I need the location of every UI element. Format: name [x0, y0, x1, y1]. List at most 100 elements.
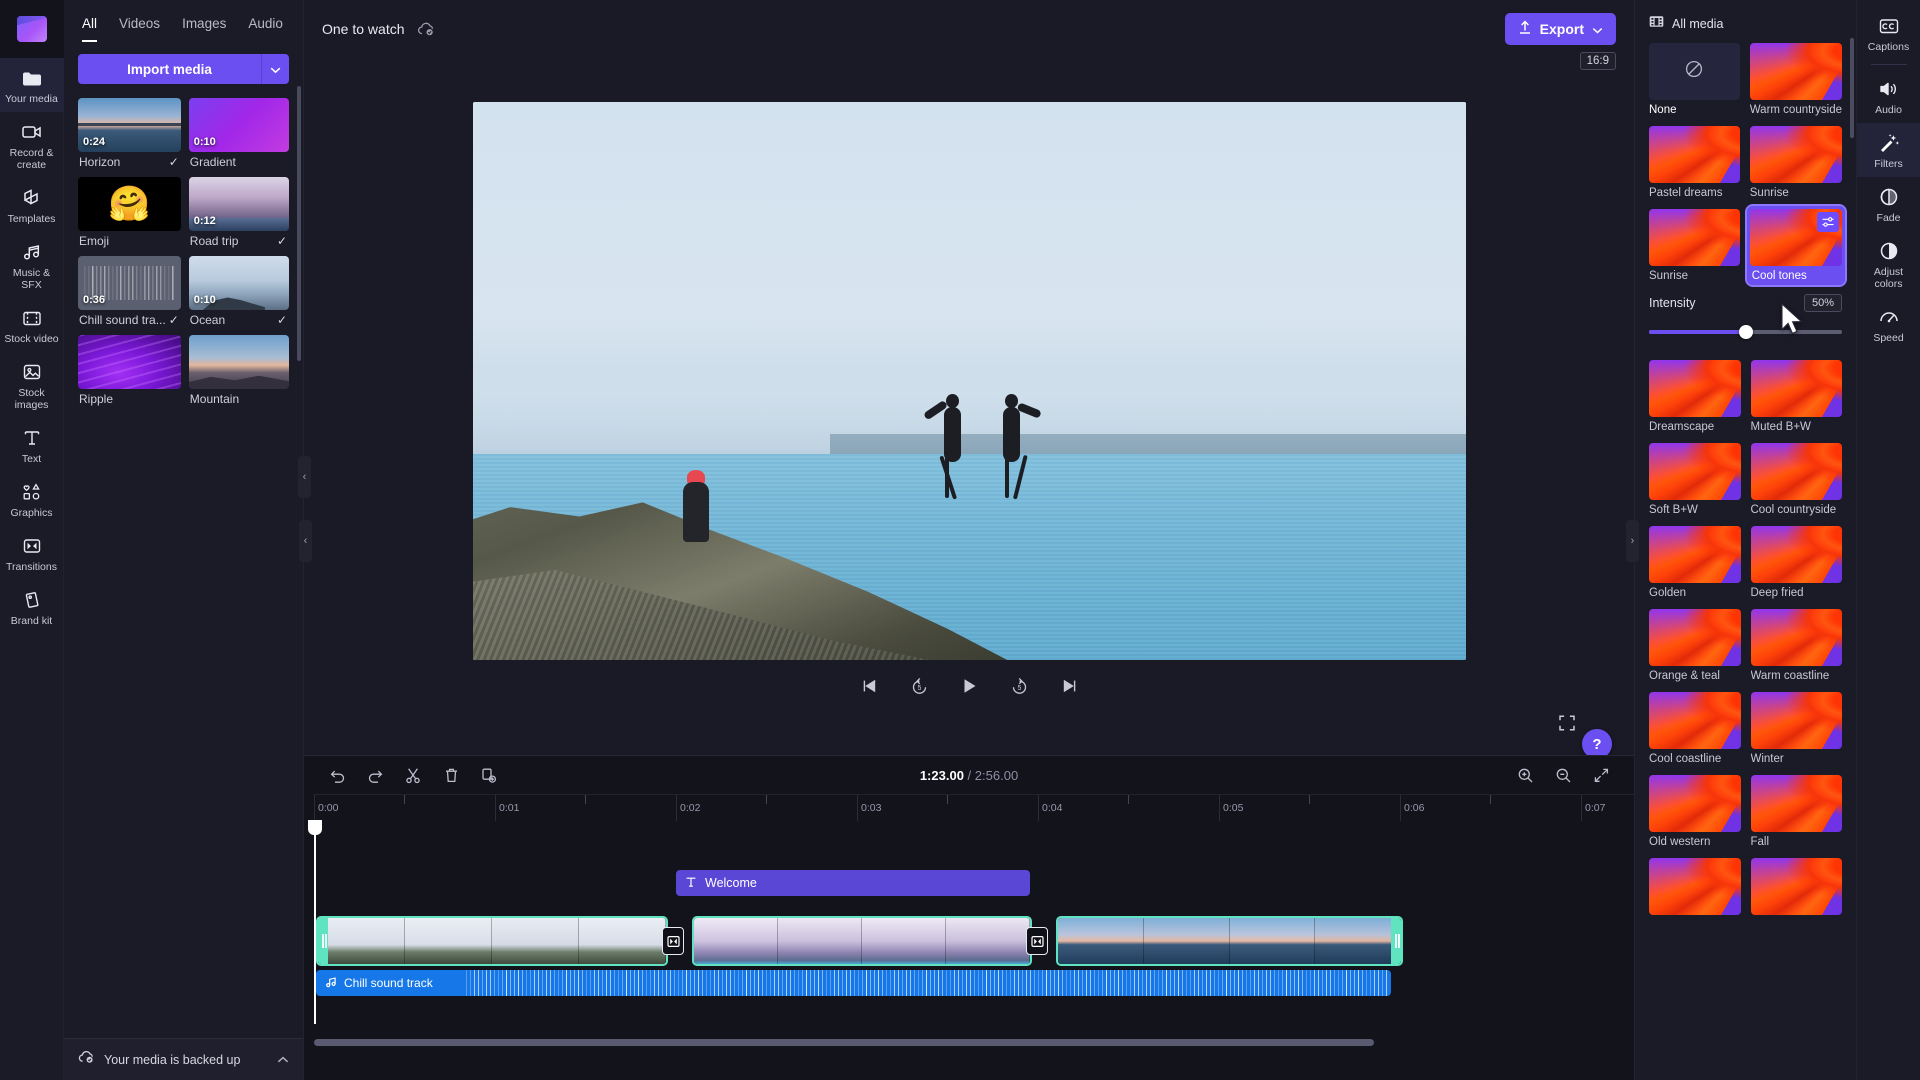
media-card-horizon[interactable]: 0:24 Horizon ✓ — [78, 98, 181, 169]
tab-fade[interactable]: Fade — [1857, 177, 1920, 231]
filter-item-cool-countryside[interactable]: Cool countryside — [1750, 443, 1842, 516]
filter-item-winter[interactable]: Winter — [1750, 692, 1842, 765]
timeline-video-clip-ocean[interactable] — [692, 916, 1032, 966]
media-card-mountain[interactable]: Mountain — [188, 335, 289, 406]
tab-all[interactable]: All — [82, 16, 98, 42]
filter-item-orange-teal[interactable]: Orange & teal — [1649, 609, 1741, 682]
aspect-ratio-badge[interactable]: 16:9 — [1579, 52, 1616, 70]
backup-status-bar[interactable]: Your media is backed up — [64, 1038, 303, 1080]
panel-collapse-right[interactable]: › — [1626, 520, 1639, 562]
sidebar-item-music-sfx[interactable]: Music & SFX — [0, 232, 64, 298]
tab-audio[interactable]: Audio — [1857, 69, 1920, 123]
sidebar-item-stock-video[interactable]: Stock video — [0, 298, 64, 352]
collapse-left-panel-button[interactable]: ‹ — [298, 456, 311, 498]
filter-item-extra-2[interactable] — [1750, 858, 1842, 915]
filter-item-old-western[interactable]: Old western — [1649, 775, 1741, 848]
filter-item-deep-fried[interactable]: Deep fried — [1750, 526, 1842, 599]
media-panel-scrollbar[interactable] — [297, 86, 301, 361]
timeline-text-clip[interactable]: Welcome — [676, 870, 1030, 896]
import-media-button[interactable]: Import media — [78, 54, 261, 84]
cloud-check-icon — [417, 22, 436, 37]
filters-panel-scrollbar[interactable] — [1850, 38, 1854, 138]
ruler-label: 0:06 — [1404, 802, 1425, 814]
filter-thumbnail — [1649, 209, 1740, 266]
sidebar-item-stock-images[interactable]: Stock images — [0, 352, 64, 418]
sidebar-item-brand-kit[interactable]: Brand kit — [0, 580, 64, 634]
sidebar-item-graphics[interactable]: Graphics — [0, 472, 64, 526]
media-card-chill-sound-track[interactable]: 0:36 Chill sound tra... ✓ — [78, 256, 181, 327]
tab-images[interactable]: Images — [182, 16, 226, 42]
sidebar-item-record-create[interactable]: Record & create — [0, 112, 64, 178]
scissors-icon[interactable] — [402, 764, 424, 786]
intensity-value[interactable]: 50% — [1803, 294, 1842, 312]
page-title[interactable]: One to watch — [322, 21, 405, 37]
forward-5-icon[interactable]: 5 — [1007, 674, 1031, 698]
skip-end-icon[interactable] — [1057, 674, 1081, 698]
filter-item-sunrise-2[interactable]: Sunrise — [1649, 209, 1740, 282]
import-media-caret-button[interactable] — [261, 54, 289, 84]
trash-icon[interactable] — [440, 764, 462, 786]
slider-knob[interactable] — [1738, 325, 1753, 339]
filter-name: Golden — [1649, 587, 1687, 599]
sidebar-item-templates[interactable]: Templates — [0, 178, 64, 232]
tab-captions[interactable]: Captions — [1857, 6, 1920, 60]
media-card-road-trip[interactable]: 0:12 Road trip ✓ — [188, 177, 289, 248]
playhead-grip[interactable] — [308, 820, 322, 835]
clip-trim-handle-left[interactable] — [318, 918, 328, 964]
panel-collapse-left[interactable]: ‹ — [299, 520, 312, 562]
filter-item-none[interactable]: None — [1649, 43, 1740, 116]
filter-item-warm-coastline[interactable]: Warm coastline — [1750, 609, 1842, 682]
filter-item-pastel-dreams[interactable]: Pastel dreams — [1649, 126, 1740, 199]
sidebar-item-text[interactable]: Text — [0, 418, 64, 472]
timeline-horizontal-scrollbar[interactable] — [314, 1039, 1374, 1046]
filter-item-golden[interactable]: Golden — [1649, 526, 1741, 599]
media-card-ripple[interactable]: Ripple — [78, 335, 181, 406]
skip-start-icon[interactable] — [857, 674, 881, 698]
filter-item-dreamscape[interactable]: Dreamscape — [1649, 360, 1741, 433]
redo-icon[interactable] — [364, 764, 386, 786]
play-icon[interactable] — [957, 674, 981, 698]
fit-to-screen-icon[interactable] — [1590, 764, 1612, 786]
fullscreen-icon[interactable] — [1558, 714, 1576, 737]
sidebar-label: Music & SFX — [12, 267, 51, 291]
export-button[interactable]: Export — [1504, 13, 1616, 45]
filter-name: Pastel dreams — [1649, 187, 1723, 199]
filter-item-cool-tones[interactable]: Cool tones — [1744, 204, 1848, 287]
timeline-video-clip-horizon[interactable] — [1056, 916, 1403, 966]
timeline-transition-2[interactable] — [1026, 927, 1048, 955]
clip-trim-handle-right[interactable] — [1391, 918, 1401, 964]
timeline-ruler[interactable]: 0:00 0:01 0:02 0:03 0:04 0:05 0:06 0:07 — [314, 794, 1634, 821]
zoom-in-icon[interactable] — [1514, 764, 1536, 786]
rewind-5-icon[interactable]: 5 — [907, 674, 931, 698]
timeline-transition-1[interactable] — [662, 927, 684, 955]
sidebar-item-transitions[interactable]: Transitions — [0, 526, 64, 580]
filter-settings-icon[interactable] — [1817, 212, 1839, 232]
undo-icon[interactable] — [326, 764, 348, 786]
video-preview[interactable] — [472, 102, 1466, 660]
timeline-audio-clip[interactable]: Chill sound track — [316, 970, 1391, 996]
tab-filters[interactable]: Filters — [1856, 123, 1920, 177]
duplicate-icon[interactable] — [478, 764, 500, 786]
media-card-ocean[interactable]: 0:10 Ocean ✓ — [188, 256, 289, 327]
media-card-gradient[interactable]: 0:10 Gradient — [188, 98, 289, 169]
filter-item-soft-bw[interactable]: Soft B+W — [1649, 443, 1741, 516]
tab-audio[interactable]: Audio — [248, 16, 283, 42]
filter-item-sunrise-1[interactable]: Sunrise — [1749, 126, 1842, 199]
timeline-video-clip-road-trip[interactable] — [316, 916, 668, 966]
filter-item-cool-coastline[interactable]: Cool coastline — [1649, 692, 1741, 765]
tab-adjust-colors[interactable]: Adjust colors — [1857, 231, 1920, 297]
filter-item-warm-countryside[interactable]: Warm countryside — [1749, 43, 1842, 116]
tab-videos[interactable]: Videos — [119, 16, 160, 42]
filter-item-fall[interactable]: Fall — [1750, 775, 1842, 848]
playhead[interactable] — [308, 820, 322, 1024]
cloud-check-icon — [78, 1050, 95, 1069]
zoom-out-icon[interactable] — [1552, 764, 1574, 786]
tab-speed[interactable]: Speed — [1857, 297, 1920, 351]
filter-item-extra-1[interactable] — [1649, 858, 1741, 915]
filter-item-muted-bw[interactable]: Muted B+W — [1750, 360, 1842, 433]
intensity-slider[interactable] — [1649, 324, 1842, 340]
sidebar-item-your-media[interactable]: Your media — [0, 58, 64, 112]
chevron-up-icon[interactable] — [277, 1051, 289, 1069]
app-logo[interactable] — [0, 0, 64, 58]
media-card-emoji[interactable]: 🤗 Emoji — [78, 177, 181, 248]
